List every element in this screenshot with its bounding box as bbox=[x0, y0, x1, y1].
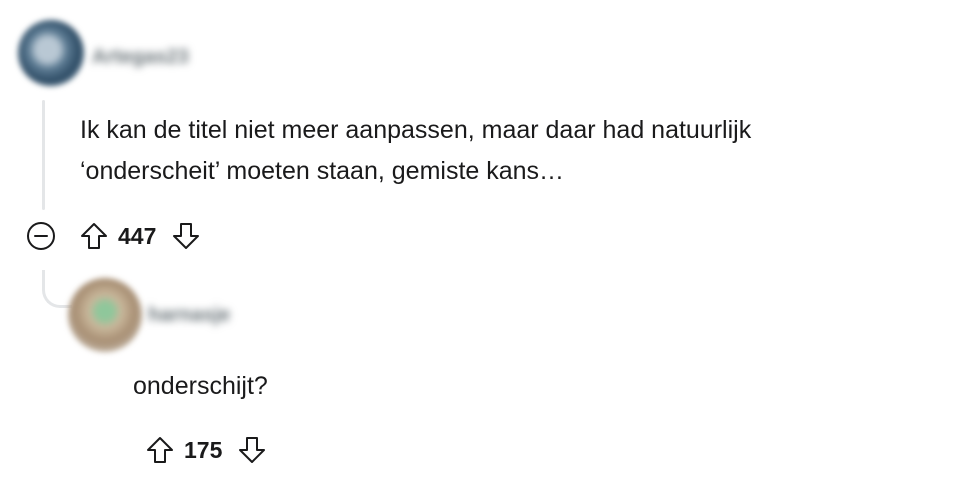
vote-score: 447 bbox=[118, 222, 157, 249]
upvote-button[interactable] bbox=[140, 430, 180, 470]
collapse-minus-icon bbox=[27, 222, 55, 250]
comment-body: onderschijt? bbox=[133, 372, 268, 400]
comment-body-line: ‘onderscheit’ moeten staan, gemiste kans… bbox=[80, 157, 565, 185]
comment-author[interactable]: harnasje bbox=[148, 304, 230, 327]
avatar[interactable] bbox=[18, 20, 84, 86]
upvote-button[interactable] bbox=[74, 216, 114, 256]
avatar[interactable] bbox=[68, 278, 142, 352]
downvote-arrow-icon bbox=[173, 223, 200, 249]
collapse-button[interactable] bbox=[24, 219, 58, 253]
thread-line[interactable] bbox=[42, 100, 45, 210]
comment-author[interactable]: Artegas23 bbox=[92, 46, 189, 69]
comment-actions: 447 bbox=[24, 216, 206, 256]
vote-score: 175 bbox=[184, 436, 223, 463]
downvote-arrow-icon bbox=[239, 437, 266, 463]
comment-actions: 175 bbox=[140, 430, 272, 470]
downvote-button[interactable] bbox=[232, 430, 272, 470]
comment-body-line: Ik kan de titel niet meer aanpassen, maa… bbox=[80, 116, 752, 144]
downvote-button[interactable] bbox=[166, 216, 206, 256]
comment-body: Ik kan de titel niet meer aanpassen, maa… bbox=[80, 110, 751, 192]
upvote-arrow-icon bbox=[81, 223, 107, 249]
upvote-arrow-icon bbox=[147, 437, 173, 463]
reply-connector-line bbox=[42, 270, 72, 308]
